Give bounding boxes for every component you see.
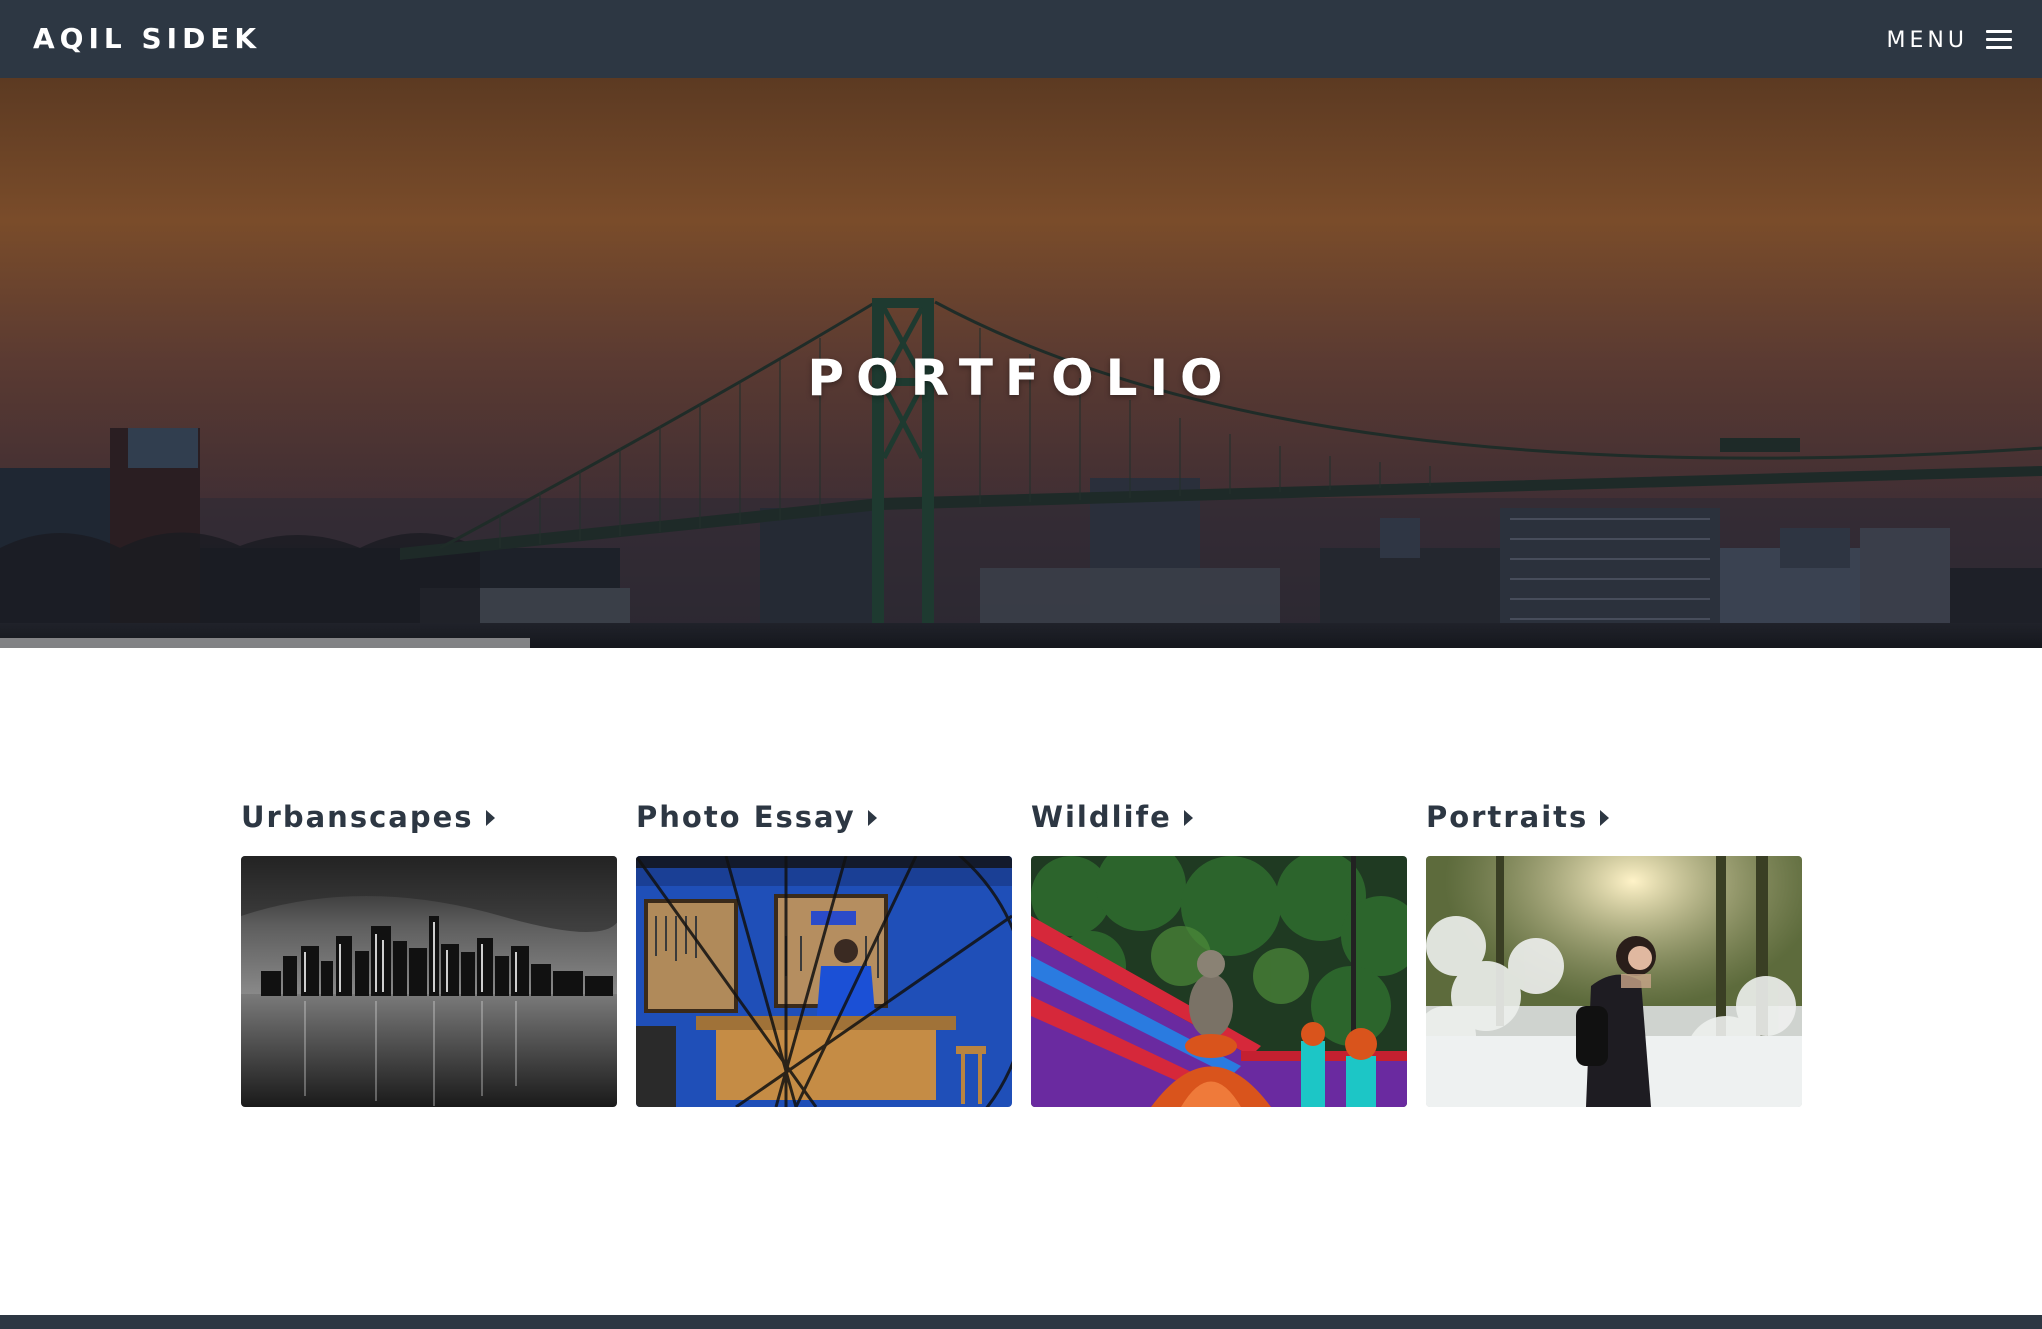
portfolio-card-wildlife: Wildlife [1031, 796, 1407, 1107]
navbar: AQIL SIDEK MENU [0, 0, 2042, 78]
hamburger-icon [1986, 29, 2012, 51]
caret-right-icon [1600, 810, 1610, 826]
thumbnail-wildlife[interactable] [1031, 856, 1407, 1107]
brand-logo[interactable]: AQIL SIDEK [33, 22, 261, 56]
caret-right-icon [1183, 810, 1193, 826]
thumbnail-portraits[interactable] [1426, 856, 1802, 1107]
category-link-urbanscapes[interactable]: Urbanscapes [241, 796, 617, 838]
page-title: PORTFOLIO [807, 349, 1235, 407]
portfolio-card-portraits: Portraits [1426, 796, 1802, 1107]
category-label: Photo Essay [636, 800, 856, 834]
hero-banner: PORTFOLIO [0, 78, 2042, 648]
category-label: Portraits [1426, 800, 1589, 834]
footer [0, 1315, 2042, 1329]
category-link-portraits[interactable]: Portraits [1426, 796, 1802, 838]
thumbnail-urbanscapes[interactable] [241, 856, 617, 1107]
category-link-photo-essay[interactable]: Photo Essay [636, 796, 1012, 838]
menu-button[interactable]: MENU [1887, 24, 2012, 56]
portfolio-card-photo-essay: Photo Essay [636, 796, 1012, 1107]
caret-right-icon [867, 810, 877, 826]
category-label: Wildlife [1031, 800, 1172, 834]
caret-right-icon [485, 810, 495, 826]
portfolio-grid: Urbanscapes Photo Essay Wildlife Portrai… [241, 796, 1802, 1107]
category-link-wildlife[interactable]: Wildlife [1031, 796, 1407, 838]
category-label: Urbanscapes [241, 800, 474, 834]
thumbnail-photo-essay[interactable] [636, 856, 1012, 1107]
portfolio-card-urbanscapes: Urbanscapes [241, 796, 617, 1107]
menu-label: MENU [1886, 27, 1968, 53]
